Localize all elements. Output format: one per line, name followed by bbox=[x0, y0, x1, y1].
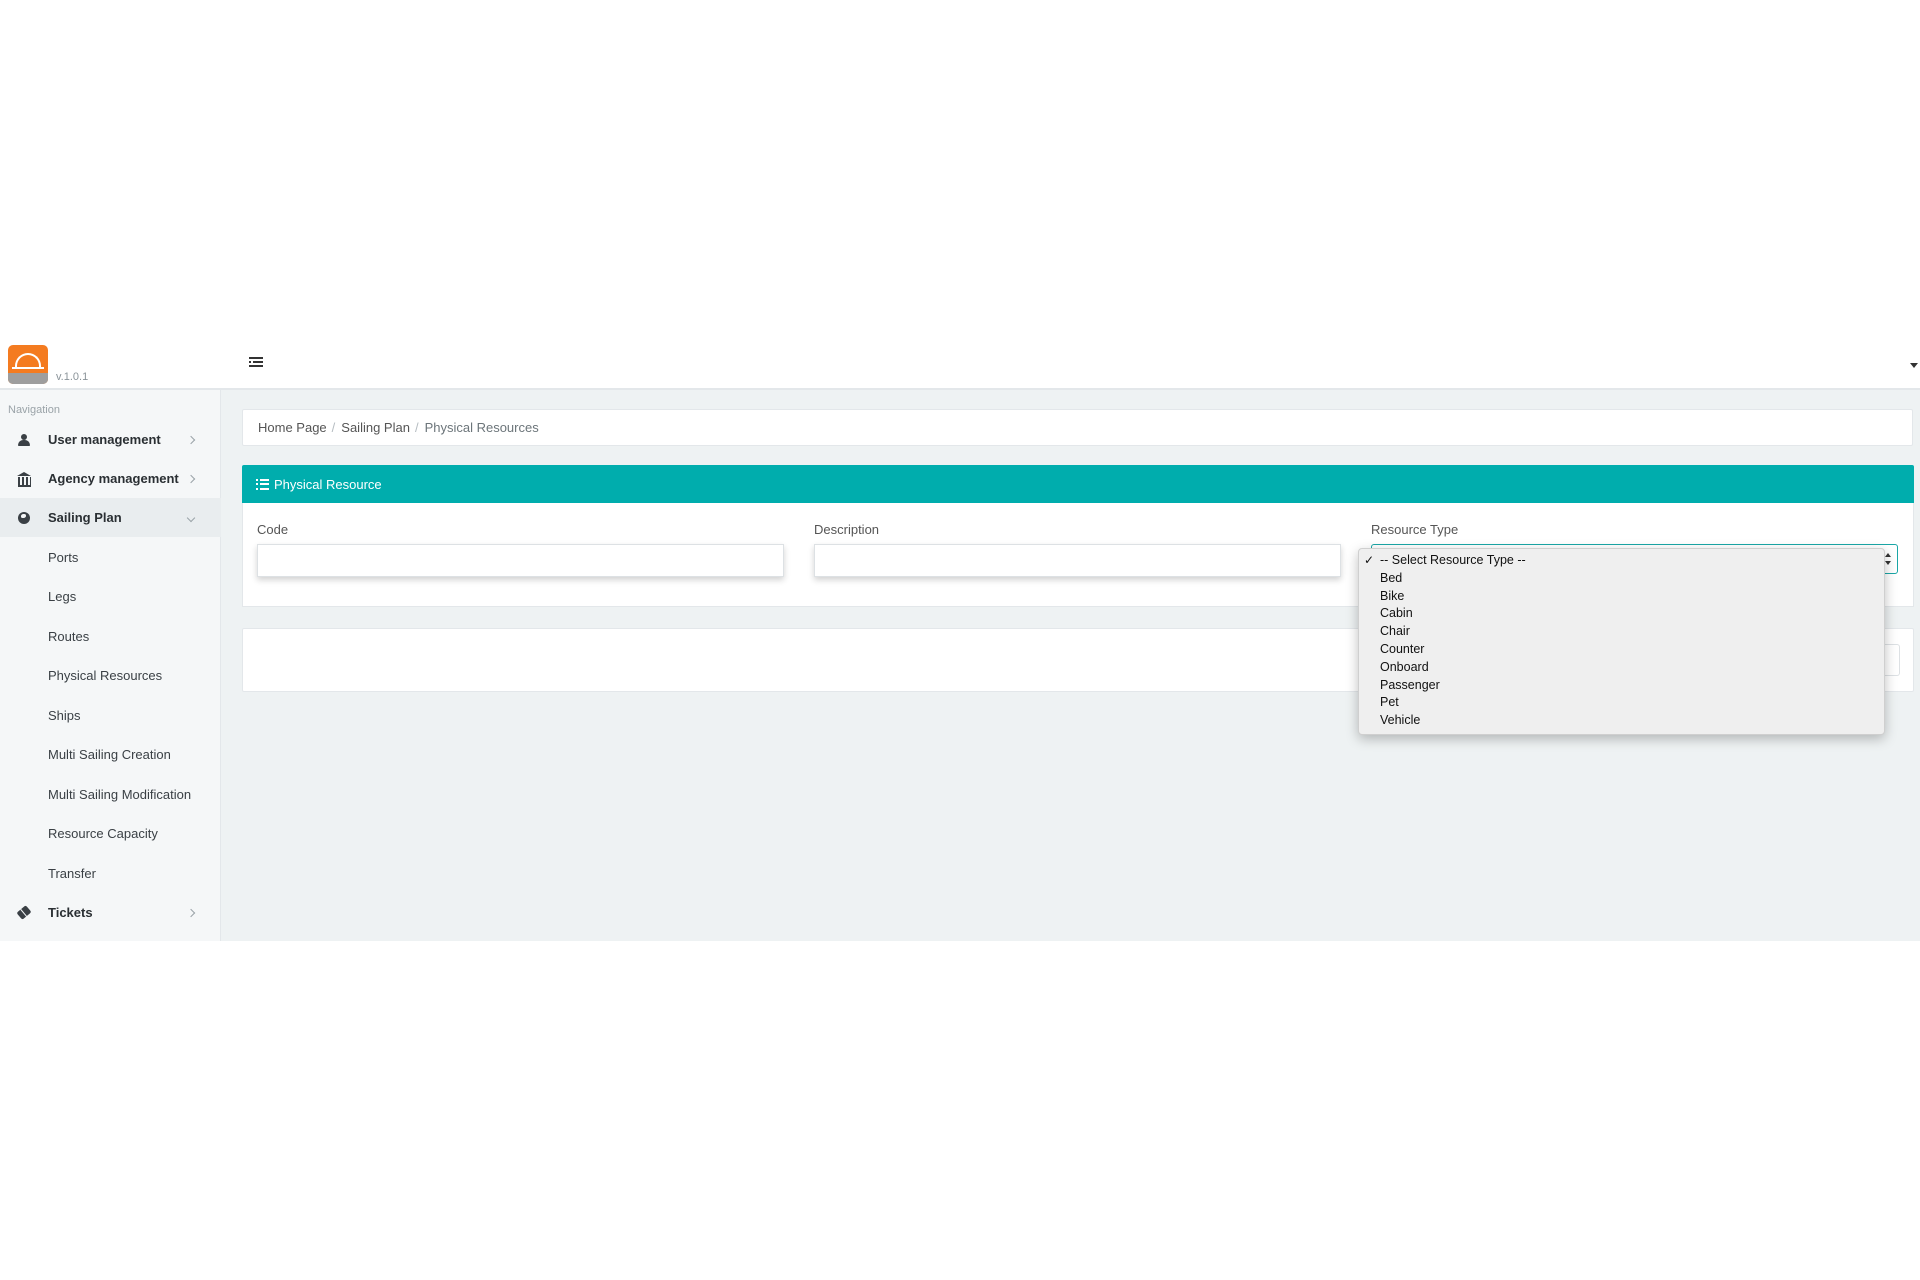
nav-heading: Navigation bbox=[8, 404, 60, 416]
option-label: Cabin bbox=[1380, 606, 1413, 621]
app-shell: v.1.0.1 Navigation User management Agenc… bbox=[0, 337, 1920, 941]
sidebar-subitem-label: Resource Capacity bbox=[48, 826, 158, 841]
sidebar-subitem-label: Ships bbox=[48, 708, 81, 723]
option-label: Bed bbox=[1380, 570, 1403, 585]
chevron-right-icon bbox=[186, 435, 196, 444]
chevron-down-icon bbox=[186, 513, 196, 522]
breadcrumb: Home Page / Sailing Plan / Physical Reso… bbox=[242, 409, 1913, 446]
sidebar-subitem-multi-sailing-modification[interactable]: Multi Sailing Modification bbox=[0, 775, 221, 814]
top-bar: v.1.0.1 bbox=[0, 337, 1920, 390]
app-version: v.1.0.1 bbox=[56, 371, 89, 383]
option-label: Bike bbox=[1380, 588, 1405, 603]
option-label: Pet bbox=[1380, 695, 1399, 710]
user-icon bbox=[18, 433, 30, 446]
option-bike[interactable]: Bike bbox=[1359, 588, 1884, 606]
option-label: Chair bbox=[1380, 624, 1410, 639]
sidebar-subitem-multi-sailing-creation[interactable]: Multi Sailing Creation bbox=[0, 735, 221, 774]
bank-icon bbox=[16, 472, 32, 487]
sidebar-item-agency-management[interactable]: Agency management bbox=[0, 459, 221, 498]
option-label: -- Select Resource Type -- bbox=[1380, 553, 1526, 567]
chevron-right-icon bbox=[186, 908, 196, 917]
code-label: Code bbox=[257, 522, 289, 537]
option-pet[interactable]: Pet bbox=[1359, 694, 1884, 712]
sidebar-subitem-label: Routes bbox=[48, 629, 90, 644]
menu-toggle-icon[interactable] bbox=[249, 355, 265, 371]
option-bed[interactable]: Bed bbox=[1359, 570, 1884, 588]
sidebar-subitem-label: Ports bbox=[48, 550, 79, 565]
sidebar-subitem-ports[interactable]: Ports bbox=[0, 538, 221, 577]
sidebar-subitem-label: Multi Sailing Creation bbox=[48, 747, 171, 762]
option-vehicle[interactable]: Vehicle bbox=[1359, 712, 1884, 730]
sidebar-subitem-physical-resources[interactable]: Physical Resources bbox=[0, 656, 221, 695]
sidebar-subitem-resource-capacity[interactable]: Resource Capacity bbox=[0, 814, 221, 853]
app-logo bbox=[8, 345, 48, 384]
option-onboard[interactable]: Onboard bbox=[1359, 659, 1884, 677]
breadcrumb-current: Physical Resources bbox=[424, 420, 539, 435]
sidebar-subitem-routes[interactable]: Routes bbox=[0, 617, 221, 656]
breadcrumb-separator: / bbox=[414, 420, 419, 435]
sidebar-subitem-label: Physical Resources bbox=[48, 668, 163, 683]
panel-header: Physical Resource bbox=[242, 465, 1914, 503]
panel-title: Physical Resource bbox=[274, 476, 382, 492]
option-select-resource-type[interactable]: ✓ -- Select Resource Type -- bbox=[1359, 552, 1884, 570]
list-icon bbox=[256, 478, 269, 490]
user-menu-caret-icon[interactable] bbox=[1910, 363, 1918, 368]
option-label: Counter bbox=[1380, 641, 1425, 656]
breadcrumb-separator: / bbox=[331, 420, 336, 435]
chevron-right-icon bbox=[186, 474, 196, 483]
sidebar-item-label: Tickets bbox=[48, 905, 93, 920]
description-label: Description bbox=[814, 522, 880, 537]
resource-type-label: Resource Type bbox=[1371, 522, 1459, 537]
sidebar-subitem-legs[interactable]: Legs bbox=[0, 577, 221, 616]
sidebar-item-label: Agency management bbox=[48, 471, 179, 486]
sidebar-subitem-transfer[interactable]: Transfer bbox=[0, 854, 221, 893]
globe-icon bbox=[18, 511, 30, 524]
sidebar-item-label: User management bbox=[48, 432, 161, 447]
description-input[interactable] bbox=[814, 544, 1341, 577]
code-input[interactable] bbox=[257, 544, 784, 577]
select-arrows-icon bbox=[1885, 553, 1892, 565]
sidebar: Navigation User management Agency manage… bbox=[0, 390, 221, 941]
option-label: Passenger bbox=[1380, 677, 1440, 692]
sidebar-subitem-ships[interactable]: Ships bbox=[0, 696, 221, 735]
sidebar-subitem-label: Multi Sailing Modification bbox=[48, 787, 192, 802]
sidebar-item-user-management[interactable]: User management bbox=[0, 420, 221, 459]
sidebar-item-label: Sailing Plan bbox=[48, 510, 122, 525]
resource-type-dropdown: ✓ -- Select Resource Type -- Bed Bike Ca… bbox=[1358, 548, 1885, 735]
option-chair[interactable]: Chair bbox=[1359, 623, 1884, 641]
sidebar-subitem-label: Transfer bbox=[48, 866, 96, 881]
breadcrumb-sailing-plan[interactable]: Sailing Plan bbox=[341, 420, 410, 435]
option-counter[interactable]: Counter bbox=[1359, 641, 1884, 659]
breadcrumb-home[interactable]: Home Page bbox=[258, 420, 327, 435]
brand[interactable]: v.1.0.1 bbox=[0, 337, 221, 390]
option-label: Onboard bbox=[1380, 659, 1429, 674]
option-passenger[interactable]: Passenger bbox=[1359, 677, 1884, 695]
sidebar-item-sailing-plan[interactable]: Sailing Plan bbox=[0, 498, 221, 537]
ticket-icon bbox=[16, 905, 32, 920]
sidebar-item-tickets[interactable]: Tickets bbox=[0, 893, 221, 932]
option-cabin[interactable]: Cabin bbox=[1359, 605, 1884, 623]
sidebar-subitem-label: Legs bbox=[48, 589, 77, 604]
option-label: Vehicle bbox=[1380, 713, 1421, 728]
check-icon: ✓ bbox=[1364, 553, 1375, 567]
